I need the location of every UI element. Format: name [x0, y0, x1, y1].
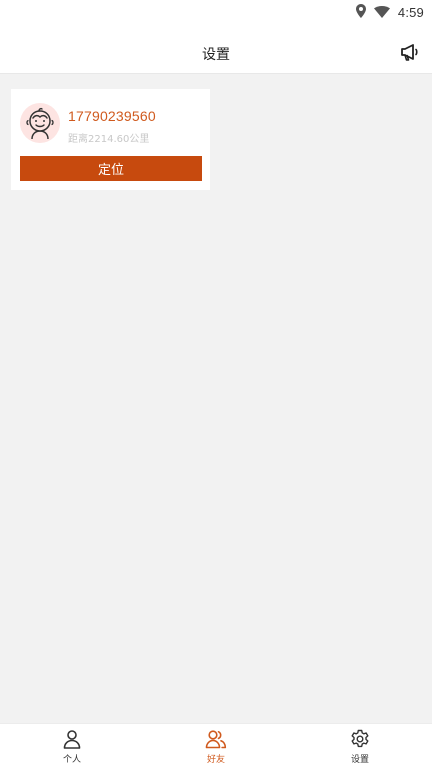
title-bar: 设置: [0, 24, 432, 74]
locate-button[interactable]: 定位: [20, 156, 202, 181]
page-title: 设置: [202, 47, 230, 63]
megaphone-icon: [400, 43, 420, 65]
nav-item-personal[interactable]: 个人: [0, 724, 144, 769]
nav-label-friends: 好友: [206, 755, 225, 765]
friends-list: 17790239560 距离2214.60公里 定位: [0, 74, 432, 723]
status-time: 4:59: [397, 4, 424, 20]
nav-item-settings[interactable]: 设置: [288, 724, 432, 769]
announcement-button[interactable]: [398, 42, 422, 66]
gear-icon: [349, 728, 371, 750]
nav-label-settings: 设置: [350, 755, 369, 765]
person-icon: [61, 728, 83, 750]
location-pin-icon: [355, 3, 366, 22]
wifi-icon: [373, 3, 390, 22]
status-icons: 4:59: [355, 0, 424, 24]
friend-card: 17790239560 距离2214.60公里 定位: [11, 89, 210, 190]
friend-distance: 距离2214.60公里: [68, 134, 150, 145]
friend-phone: 17790239560: [68, 108, 156, 124]
bottom-nav: 个人 好友 设置: [0, 723, 432, 769]
friends-icon: [205, 728, 227, 750]
baby-face-avatar-icon: [20, 107, 60, 143]
nav-item-friends[interactable]: 好友: [144, 724, 288, 769]
status-bar: 4:59: [0, 0, 432, 24]
locate-button-label: 定位: [97, 163, 124, 178]
nav-label-personal: 个人: [62, 755, 81, 765]
avatar: [20, 103, 60, 143]
